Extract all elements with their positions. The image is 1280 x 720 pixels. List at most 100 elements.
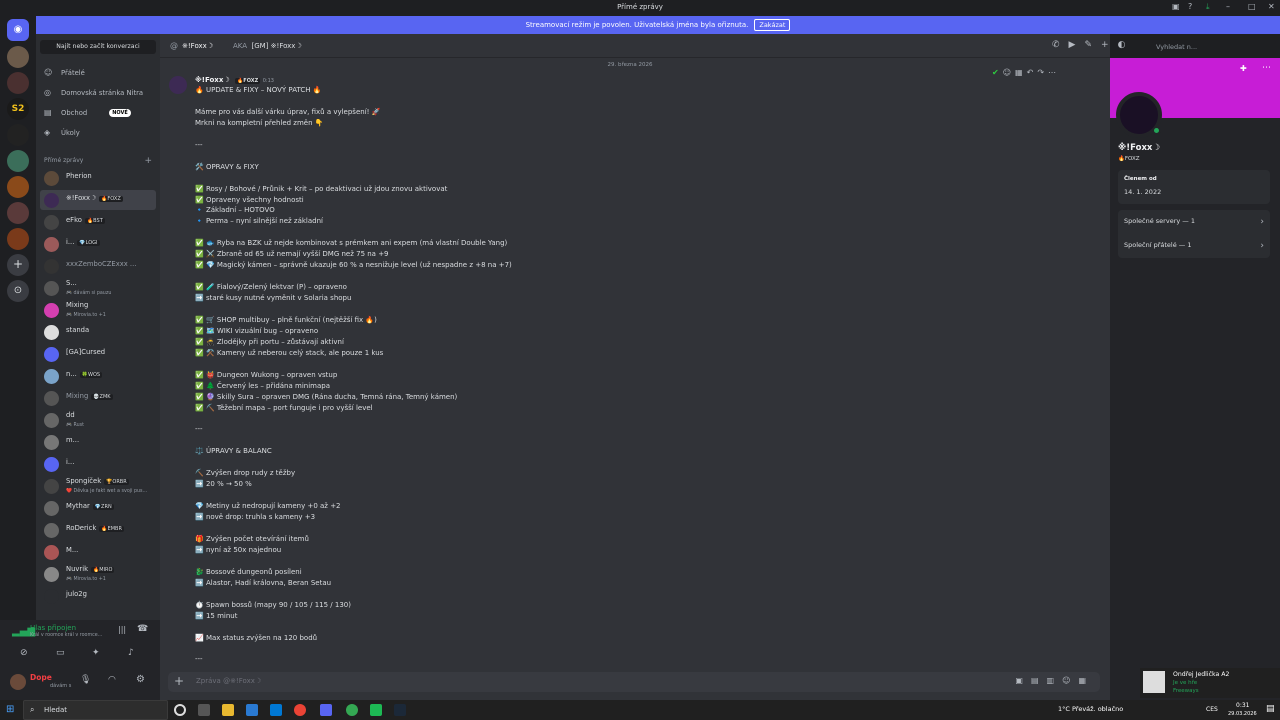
dm-item[interactable]: [GA]Cursed <box>40 344 156 364</box>
settings-gear-icon[interactable]: ⚙ <box>136 674 145 685</box>
dm-item[interactable]: Pherion <box>40 168 156 188</box>
server-icon[interactable] <box>7 150 29 172</box>
activities-icon[interactable]: ✦ <box>92 648 100 658</box>
forward-icon[interactable]: ↷ <box>1037 68 1048 77</box>
nav-friends[interactable]: ☺ Přátelé <box>44 68 85 77</box>
dm-item[interactable]: i... <box>40 454 156 474</box>
server-icon[interactable] <box>7 124 29 146</box>
disable-button[interactable]: Zakázat <box>754 19 791 31</box>
dm-item[interactable]: dd 🎮 Rust <box>40 410 156 430</box>
mutual-friends-row[interactable]: Společní přátelé — 1 › <box>1124 241 1264 251</box>
apps-icon[interactable]: ▦ <box>1078 676 1094 685</box>
dm-item[interactable]: eFko 🔥BST <box>40 212 156 232</box>
toast-notification[interactable]: Ondřej Jedlička A2 Je ve hře Freeways <box>1140 668 1280 698</box>
server-icon[interactable] <box>7 202 29 224</box>
screen-share-icon[interactable]: ▭ <box>56 648 65 658</box>
avatar[interactable] <box>10 674 26 690</box>
find-conversation-button[interactable]: Najít nebo začít konverzaci <box>40 40 156 54</box>
profile-icon[interactable]: ◐ <box>1118 40 1135 50</box>
taskbar-search[interactable]: ⌕ Hledat <box>23 700 168 720</box>
dm-item[interactable]: m... <box>40 432 156 452</box>
close-icon[interactable]: ✕ <box>1268 2 1275 11</box>
chrome-icon[interactable] <box>294 704 306 716</box>
server-icon[interactable] <box>7 176 29 198</box>
gif-icon[interactable]: ▤ <box>1031 676 1047 685</box>
dm-item[interactable]: Mixing 💀ZMK <box>40 388 156 408</box>
dm-item[interactable]: Nuvrik 🔥MIRO 🎮 Mirovia.to +1 <box>40 564 156 584</box>
download-icon[interactable]: ⤓ <box>1206 2 1210 12</box>
message-input[interactable]: Zpráva @※!Foxx☽ <box>196 677 261 685</box>
sticker-icon[interactable]: ▦ <box>1015 68 1027 77</box>
store-icon[interactable] <box>246 704 258 716</box>
add-attachment-icon[interactable]: + <box>174 674 184 688</box>
dm-item[interactable]: Spongíček 🏆ORBR ❤️ Děvka je fakt wet a svo… <box>40 476 156 496</box>
message-composer[interactable]: + Zpráva @※!Foxx☽ ▣▤▥☺▦ <box>168 672 1100 692</box>
new-dm-button[interactable]: + <box>144 157 152 166</box>
outlook-icon[interactable] <box>270 704 282 716</box>
cortana-icon[interactable] <box>174 704 186 716</box>
dm-item[interactable]: RoDerick 🔥EMBR <box>40 520 156 540</box>
dm-item[interactable]: Mythar 💎ZRN <box>40 498 156 518</box>
emoji-icon[interactable]: ☺ <box>1062 676 1078 685</box>
dm-item[interactable]: M... <box>40 542 156 562</box>
server-icon[interactable] <box>7 46 29 68</box>
mic-icon[interactable]: 🎙 <box>80 675 91 685</box>
dm-item[interactable]: xxxZemboCZExxx ... <box>40 256 156 276</box>
help-icon[interactable]: ? <box>1188 2 1192 11</box>
dm-item[interactable]: standa <box>40 322 156 342</box>
noise-icon[interactable]: ||| <box>118 625 126 634</box>
dm-item[interactable]: n... 🍀WOS <box>40 366 156 386</box>
home-button[interactable]: ◉ <box>7 19 29 41</box>
profile-avatar[interactable] <box>1116 92 1162 138</box>
author-name[interactable]: ※!Foxx☽ 🔥FOXZ 0:13 <box>195 76 274 84</box>
dm-item[interactable]: S... 🎮 dávám si pauzu <box>40 278 156 298</box>
discord-taskbar-icon[interactable] <box>320 704 332 716</box>
clock-date[interactable]: 29.03.2026 <box>1228 711 1257 717</box>
reply-icon[interactable]: ↶ <box>1027 68 1038 77</box>
language-indicator[interactable]: CES <box>1206 706 1218 713</box>
notifications-icon[interactable]: ▤ <box>1266 704 1275 714</box>
nav-quests[interactable]: ◈ Úkoly <box>44 128 80 137</box>
check-reaction-icon[interactable]: ✔ <box>992 68 1003 77</box>
dm-item[interactable]: ※!Foxx☽ 🔥FOXZ <box>40 190 156 210</box>
dm-item[interactable]: Mixing 🎮 Mirovia.to +1 <box>40 300 156 320</box>
minimize-icon[interactable]: – <box>1226 2 1230 11</box>
gift-icon[interactable]: ▣ <box>1015 676 1031 685</box>
windows-start-icon[interactable]: ⊞ <box>6 704 14 715</box>
headphones-icon[interactable]: ◠ <box>108 675 116 685</box>
explorer-icon[interactable] <box>222 704 234 716</box>
maximize-icon[interactable]: □ <box>1248 2 1256 11</box>
voice-channel[interactable]: Král v roomce král v roomce... <box>30 633 102 638</box>
inbox-icon[interactable]: ▣ <box>1172 2 1180 11</box>
emoji-icon[interactable]: ☺ <box>1003 68 1015 77</box>
mutual-servers-row[interactable]: Společné servery — 1 › <box>1124 217 1264 227</box>
call-icon[interactable]: ✆ <box>1052 40 1069 50</box>
more-icon[interactable]: ⋯ <box>1048 68 1060 77</box>
nav-nitro[interactable]: ◎ Domovská stránka Nitra <box>44 88 143 97</box>
server-icon[interactable] <box>7 72 29 94</box>
add-friend-icon[interactable]: ✚ <box>1240 64 1247 73</box>
discover-icon[interactable]: ⊙ <box>7 280 29 302</box>
sticker-icon[interactable]: ▥ <box>1047 676 1063 685</box>
add-server-icon[interactable]: + <box>7 254 29 276</box>
add-friend-icon[interactable]: + <box>1101 40 1118 50</box>
more-icon[interactable]: ⋯ <box>1262 63 1271 73</box>
dm-item[interactable]: i... 💎LOGI <box>40 234 156 254</box>
pin-icon[interactable]: ✎ <box>1084 40 1101 50</box>
disconnect-icon[interactable]: ☎ <box>137 624 148 634</box>
chrome-icon[interactable] <box>346 704 358 716</box>
weather-text[interactable]: 1°C Převáž. oblačno <box>1058 705 1123 713</box>
voice-status[interactable]: Hlas připojen <box>30 624 76 632</box>
video-icon[interactable]: ▶ <box>1069 40 1085 50</box>
nav-shop[interactable]: ▤ Obchod NOVÉ <box>44 108 131 117</box>
clock-time[interactable]: 0:31 <box>1236 702 1249 709</box>
task-view-icon[interactable] <box>198 704 210 716</box>
dm-item[interactable]: julo2g <box>40 586 156 606</box>
server-icon[interactable]: S2 <box>7 98 29 120</box>
app-icon[interactable] <box>370 704 382 716</box>
server-icon[interactable] <box>7 228 29 250</box>
camera-off-icon[interactable]: ⊘ <box>20 648 28 658</box>
soundboard-icon[interactable]: ♪ <box>128 648 134 658</box>
search-input[interactable]: Vyhledat n... <box>1152 40 1276 54</box>
steam-icon[interactable] <box>394 704 406 716</box>
